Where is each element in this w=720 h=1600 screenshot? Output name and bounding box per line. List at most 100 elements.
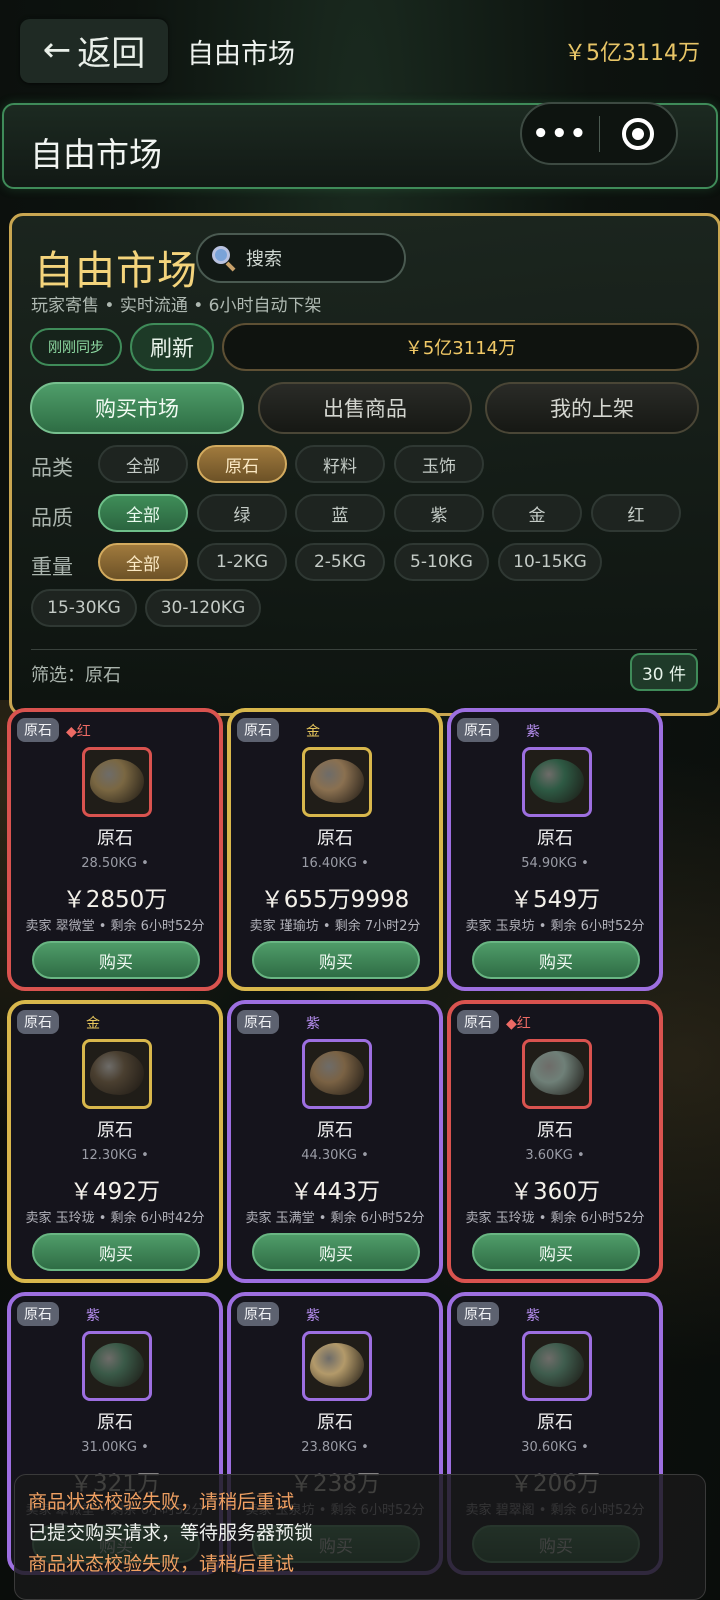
- weight-chip-all[interactable]: 全部: [98, 543, 188, 581]
- item-price: ￥2850万: [62, 887, 168, 913]
- quality-label: 紫: [306, 1016, 320, 1032]
- item-thumbnail: [82, 1039, 152, 1109]
- buy-button[interactable]: 购买: [32, 1233, 200, 1271]
- toast-message: 已提交购买请求，等待服务器预锁: [28, 1522, 314, 1544]
- balance-pill: ￥5亿3114万: [222, 323, 699, 371]
- item-thumbnail: [522, 747, 592, 817]
- quality-label: 紫: [86, 1308, 100, 1324]
- category-chip-seed-material[interactable]: 籽料: [295, 445, 385, 483]
- refresh-button[interactable]: 刷新: [130, 323, 214, 371]
- back-label: 返回: [77, 33, 146, 74]
- category-chip-jade-ornament[interactable]: 玉饰: [394, 445, 484, 483]
- buy-button[interactable]: 购买: [252, 941, 420, 979]
- tab-sell-items[interactable]: 出售商品: [258, 382, 472, 434]
- item-weight: 44.30KG •: [301, 1148, 369, 1163]
- tab-buy-market[interactable]: 购买市场: [30, 382, 244, 434]
- category-tag: 原石: [17, 718, 59, 742]
- item-card[interactable]: 原石 ◆红 原石 28.50KG • ￥2850万 卖家 翠微堂 • 剩余 6小时52分购…: [7, 708, 223, 991]
- weight-chip-1-2kg[interactable]: 1-2KG: [197, 543, 287, 581]
- panel-divider: [31, 649, 697, 650]
- item-thumbnail: [302, 747, 372, 817]
- buy-button[interactable]: 购买: [472, 1233, 640, 1271]
- item-card[interactable]: 原石金原石 16.40KG • ￥655万9998 卖家 瑾瑜坊 • 剩余 7小时2分…: [227, 708, 443, 991]
- buy-button[interactable]: 购买: [32, 941, 200, 979]
- search-placeholder: 搜索: [246, 249, 282, 270]
- more-icon[interactable]: •••: [522, 119, 599, 149]
- panel-title: 自由市场: [34, 248, 198, 294]
- item-thumbnail: [302, 1331, 372, 1401]
- close-miniprogram-button[interactable]: [600, 117, 677, 150]
- sync-status-badge: 刚刚同步: [30, 328, 122, 366]
- item-weight: 31.00KG •: [81, 1440, 149, 1455]
- back-button[interactable]: ← 返回: [20, 17, 168, 83]
- quality-label: ◆红: [506, 1016, 531, 1032]
- filter-label-category: 品类: [31, 456, 73, 480]
- quality-chip-blue[interactable]: 蓝: [295, 494, 385, 532]
- item-price: ￥443万: [290, 1179, 380, 1205]
- item-price: ￥492万: [70, 1179, 160, 1205]
- search-icon: [212, 246, 236, 272]
- category-tag: 原石: [457, 1010, 499, 1034]
- category-chip-all[interactable]: 全部: [98, 445, 188, 483]
- weight-chip-2-5kg[interactable]: 2-5KG: [295, 543, 385, 581]
- item-thumbnail: [82, 1331, 152, 1401]
- raw-stone-image: [90, 1343, 144, 1387]
- item-name: 原石: [97, 1120, 133, 1141]
- raw-stone-image: [310, 1051, 364, 1095]
- item-card[interactable]: 原石 ◆红 原石 3.60KG • ￥360万 卖家 玉玲珑 • 剩余 6小时52分 购买: [447, 1000, 663, 1283]
- buy-button[interactable]: 购买: [252, 1233, 420, 1271]
- quality-label: 紫: [526, 724, 540, 740]
- tab-my-listings[interactable]: 我的上架: [485, 382, 699, 434]
- search-input[interactable]: 搜索: [196, 233, 406, 283]
- category-chip-raw-stone[interactable]: 原石: [197, 445, 287, 483]
- raw-stone-image: [310, 759, 364, 803]
- item-price: ￥360万: [510, 1179, 600, 1205]
- quality-chip-purple[interactable]: 紫: [394, 494, 484, 532]
- item-card[interactable]: 原石紫原石 54.90KG • ￥549万 卖家 玉泉坊 • 剩余 6小时52分 购买: [447, 708, 663, 991]
- weight-chip-10-15kg[interactable]: 10-15KG: [498, 543, 602, 581]
- weight-chip-5-10kg[interactable]: 5-10KG: [394, 543, 489, 581]
- quality-chip-all[interactable]: 全部: [98, 494, 188, 532]
- quality-label: 金: [306, 724, 320, 740]
- item-weight: 54.90KG •: [521, 856, 589, 871]
- quality-chip-gold[interactable]: 金: [492, 494, 582, 532]
- toast-message: 商品状态校验失败，请稍后重试: [28, 1553, 295, 1575]
- category-tag: 原石: [17, 1010, 59, 1034]
- quality-chip-red[interactable]: 红: [591, 494, 681, 532]
- raw-stone-image: [530, 1051, 584, 1095]
- raw-stone-image: [530, 759, 584, 803]
- item-thumbnail: [522, 1039, 592, 1109]
- weight-chip-15-30kg[interactable]: 15-30KG: [31, 589, 137, 627]
- section-header: 自由市场 •••: [2, 102, 718, 189]
- back-arrow-icon: ←: [42, 30, 72, 70]
- filter-label-weight: 重量: [31, 555, 73, 579]
- item-thumbnail: [82, 747, 152, 817]
- item-name: 原石: [537, 1412, 573, 1433]
- page-title: 自由市场: [187, 39, 295, 70]
- item-seller-info: 卖家 玉满堂 • 剩余 6小时52分: [245, 1211, 425, 1226]
- weight-chip-30-120kg[interactable]: 30-120KG: [145, 589, 261, 627]
- toast-message: 商品状态校验失败，请稍后重试: [28, 1491, 295, 1513]
- item-seller-info: 卖家 玉玲珑 • 剩余 6小时42分: [25, 1211, 205, 1226]
- raw-stone-image: [90, 759, 144, 803]
- filter-summary: 筛选：原石: [31, 665, 121, 686]
- raw-stone-image: [90, 1051, 144, 1095]
- buy-button[interactable]: 购买: [472, 941, 640, 979]
- category-tag: 原石: [17, 1302, 59, 1326]
- item-card[interactable]: 原石紫原石 44.30KG • ￥443万 卖家 玉满堂 • 剩余 6小时52分 购买: [227, 1000, 443, 1283]
- quality-chip-green[interactable]: 绿: [197, 494, 287, 532]
- quality-label: ◆红: [66, 724, 91, 740]
- item-price: ￥655万9998: [260, 887, 410, 913]
- quality-label: 紫: [526, 1308, 540, 1324]
- item-seller-info: 卖家 玉玲珑 • 剩余 6小时52分: [465, 1211, 645, 1226]
- item-card[interactable]: 原石金原石 12.30KG • ￥492万 卖家 玉玲珑 • 剩余 6小时42分 购买: [7, 1000, 223, 1283]
- toast-log: 商品状态校验失败，请稍后重试 已提交购买请求，等待服务器预锁 商品状态校验失败，…: [14, 1474, 706, 1600]
- raw-stone-image: [530, 1343, 584, 1387]
- category-tag: 原石: [237, 718, 279, 742]
- market-tabs: 购买市场 出售商品 我的上架: [30, 382, 700, 434]
- item-seller-info: 卖家 玉泉坊 • 剩余 6小时52分: [465, 919, 645, 934]
- item-thumbnail: [302, 1039, 372, 1109]
- filter-label-quality: 品质: [31, 506, 73, 530]
- miniprogram-capsule: •••: [520, 102, 678, 165]
- top-bar: ← 返回 自由市场 ￥5亿3114万: [0, 0, 720, 100]
